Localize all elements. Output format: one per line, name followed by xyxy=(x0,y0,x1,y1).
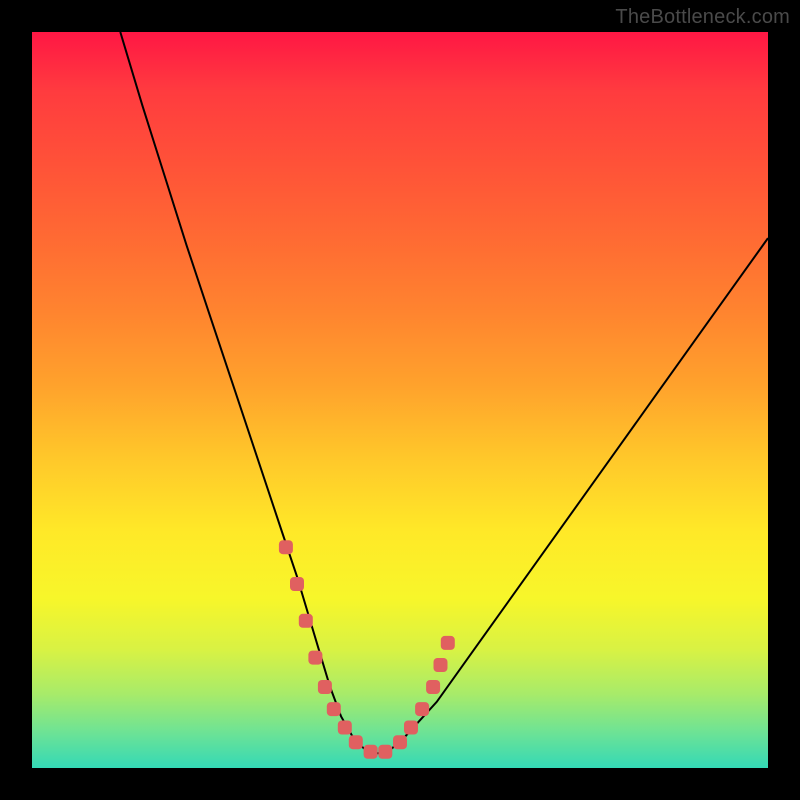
highlight-marker xyxy=(441,636,455,650)
watermark-text: TheBottleneck.com xyxy=(615,6,790,29)
highlight-marker xyxy=(404,721,418,735)
highlight-marker xyxy=(434,658,448,672)
highlight-marker xyxy=(290,577,304,591)
highlight-marker xyxy=(318,680,332,694)
highlight-marker xyxy=(338,721,352,735)
highlight-marker xyxy=(299,614,313,628)
highlight-marker xyxy=(279,540,293,554)
highlight-marker xyxy=(378,745,392,759)
chart-frame: TheBottleneck.com xyxy=(0,0,800,800)
highlight-marker xyxy=(327,702,341,716)
marker-layer xyxy=(32,32,768,768)
highlight-marker xyxy=(349,735,363,749)
highlight-marker xyxy=(393,735,407,749)
highlight-marker xyxy=(308,651,322,665)
highlight-markers xyxy=(279,540,455,759)
highlight-marker xyxy=(415,702,429,716)
plot-area xyxy=(32,32,768,768)
highlight-marker xyxy=(426,680,440,694)
highlight-marker xyxy=(364,745,378,759)
